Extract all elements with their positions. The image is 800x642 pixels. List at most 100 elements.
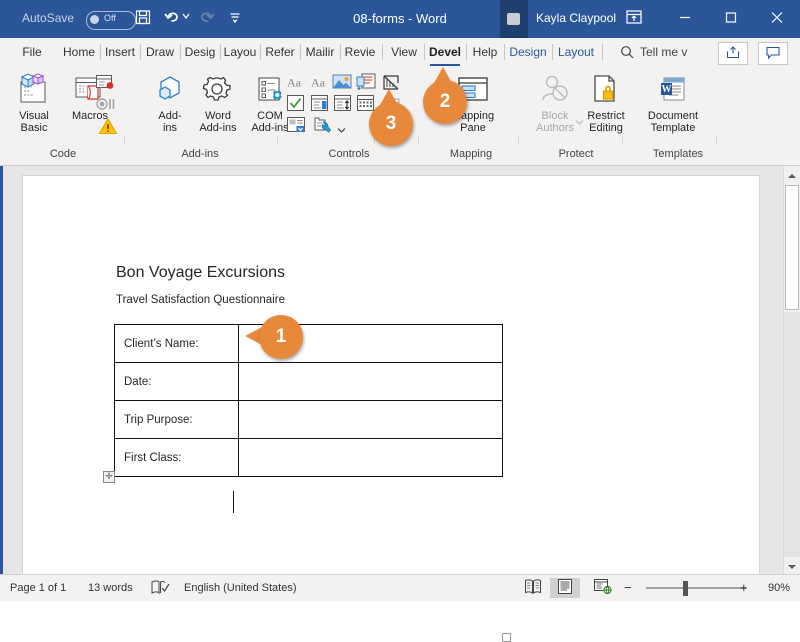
document-heading: Bon Voyage Excursions (116, 264, 285, 282)
restrict-editing-label: Restrict Editing (578, 110, 634, 134)
comment-icon (766, 45, 781, 62)
pause-recording-button[interactable] (96, 96, 118, 115)
table-row-value[interactable] (239, 401, 503, 439)
comments-button[interactable] (758, 42, 788, 65)
restrict-editing-button[interactable]: Restrict Editing (578, 72, 634, 134)
table-row[interactable]: Date: (115, 363, 503, 401)
group-label-protect: Protect (543, 144, 609, 164)
group-label-code: Code (28, 144, 98, 164)
drop-down-list-content-control-icon[interactable] (333, 94, 352, 115)
macro-security-button[interactable] (98, 117, 118, 138)
scroll-down-button[interactable] (784, 557, 800, 574)
chevron-up-icon (788, 168, 797, 182)
close-icon (771, 11, 784, 27)
document-page[interactable]: Bon Voyage Excursions Travel Satisfactio… (22, 175, 760, 576)
zoom-out-button[interactable]: − (624, 575, 632, 601)
vertical-scrollbar[interactable] (783, 166, 800, 574)
visual-basic-button[interactable]: Visual Basic (6, 72, 62, 134)
table-row-label: Client’s Name: (115, 325, 239, 363)
word-add-ins-label: Word Add-ins (190, 110, 246, 134)
tab-draw[interactable]: Draw (142, 38, 178, 66)
tab-separator (100, 44, 101, 60)
gear-icon (190, 72, 246, 108)
ribbon-tab-strip: File Home Insert Draw Desig Layou Refer … (0, 38, 800, 67)
tab-separator (220, 44, 221, 60)
tab-table-design[interactable]: Design (506, 38, 550, 66)
close-button[interactable] (754, 0, 800, 38)
share-button[interactable] (718, 42, 748, 65)
tab-developer[interactable]: Devel (426, 38, 464, 66)
table-move-handle[interactable]: ✛ (103, 471, 115, 483)
callout-2: 2 (423, 80, 467, 124)
callout-3-number: 3 (369, 102, 413, 146)
web-layout-button[interactable] (588, 578, 618, 598)
minimize-button[interactable] (662, 0, 708, 38)
tab-help[interactable]: Help (468, 38, 502, 66)
account-name: Kayla Claypool (536, 11, 616, 25)
word-count[interactable]: 13 words (88, 575, 133, 601)
legacy-tools-dropdown-arrow-icon[interactable] (337, 122, 346, 136)
legacy-tools-icon[interactable] (311, 116, 333, 137)
maximize-icon (725, 12, 737, 27)
svg-text:W: W (662, 84, 672, 95)
repeating-section-content-control-icon[interactable] (286, 116, 307, 137)
page-indicator[interactable]: Page 1 of 1 (10, 575, 66, 601)
ribbon-display-options-button[interactable] (625, 8, 643, 30)
tab-layout[interactable]: Layou (222, 38, 258, 66)
callout-3: 3 (369, 102, 413, 146)
plain-text-content-control-icon[interactable]: Aa (310, 74, 329, 93)
search-icon (620, 45, 635, 63)
tab-home[interactable]: Home (60, 38, 98, 66)
tab-review[interactable]: Revie (342, 38, 378, 66)
zoom-level[interactable]: 90% (768, 575, 790, 601)
avatar (507, 13, 520, 25)
table-row[interactable]: First Class: (115, 439, 503, 477)
table-row[interactable]: Client’s Name: (115, 325, 503, 363)
account-area[interactable]: Kayla Claypool (500, 0, 686, 38)
tab-separator (140, 44, 141, 60)
rich-text-content-control-icon[interactable]: Aa (286, 74, 305, 93)
document-canvas[interactable]: Bon Voyage Excursions Travel Satisfactio… (0, 166, 800, 574)
tab-references[interactable]: Refer (262, 38, 298, 66)
check-box-content-control-icon[interactable] (286, 94, 305, 115)
zoom-in-button[interactable]: + (740, 575, 748, 601)
word-window: AutoSave Off 08-forms - Word Kayla Clayp… (0, 0, 800, 600)
tab-design[interactable]: Desig (182, 38, 218, 66)
building-block-gallery-content-control-icon[interactable] (356, 73, 376, 94)
title-bar: AutoSave Off 08-forms - Word Kayla Clayp… (0, 0, 800, 38)
tab-table-layout[interactable]: Layout (554, 38, 598, 66)
tab-view[interactable]: View (386, 38, 422, 66)
combo-box-content-control-icon[interactable] (310, 94, 329, 115)
table-row-value[interactable] (239, 439, 503, 477)
tab-mailings[interactable]: Mailir (302, 38, 338, 66)
picture-content-control-icon[interactable] (332, 73, 352, 93)
zoom-slider-track[interactable] (646, 587, 746, 589)
maximize-button[interactable] (708, 0, 754, 38)
form-table[interactable]: Client’s Name: Date: Trip Purpose: First… (114, 324, 503, 477)
record-macro-button[interactable] (95, 74, 115, 94)
print-layout-button[interactable] (550, 578, 580, 598)
tab-separator (382, 44, 383, 60)
language-indicator[interactable]: English (United States) (184, 575, 297, 601)
table-row-value[interactable] (239, 363, 503, 401)
text-cursor (233, 491, 234, 513)
scroll-up-button[interactable] (784, 166, 800, 183)
tab-separator (340, 44, 341, 60)
account-avatar-box (500, 0, 528, 38)
proofing-errors-icon[interactable] (150, 579, 170, 599)
document-template-icon: W (640, 72, 706, 108)
scrollbar-thumb[interactable] (785, 185, 799, 310)
table-resize-handle[interactable] (502, 633, 511, 642)
tab-file[interactable]: File (14, 38, 50, 66)
read-mode-button[interactable] (518, 578, 548, 598)
table-row-label: Trip Purpose: (115, 401, 239, 439)
table-row[interactable]: Trip Purpose: (115, 401, 503, 439)
minimize-icon (679, 12, 691, 27)
search-input[interactable]: Tell me v (640, 38, 702, 66)
tab-insert[interactable]: Insert (102, 38, 138, 66)
block-authors-icon (527, 72, 583, 108)
zoom-slider-thumb[interactable] (683, 581, 688, 596)
word-add-ins-button[interactable]: Word Add-ins (190, 72, 246, 134)
scrollbar-track[interactable] (784, 312, 800, 557)
document-template-button[interactable]: W Document Template (640, 72, 706, 134)
